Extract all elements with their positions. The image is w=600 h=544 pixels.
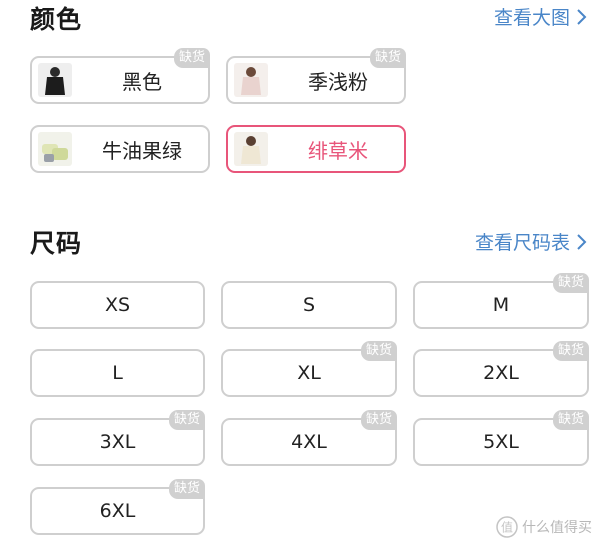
- view-size-chart-label: 查看尺码表: [474, 232, 570, 254]
- size-option-4xl[interactable]: 4XL 缺货: [221, 410, 397, 466]
- chevron-right-icon: [577, 233, 587, 250]
- chevron-right-icon: [577, 8, 587, 25]
- smzdm-logo-icon: 值: [496, 516, 518, 538]
- out-of-stock-tag: 缺货: [552, 273, 589, 293]
- size-option-xs[interactable]: XS: [30, 281, 205, 329]
- out-of-stock-tag: 缺货: [360, 341, 397, 361]
- size-option-label: L: [112, 362, 123, 384]
- size-option-l[interactable]: L: [30, 349, 205, 397]
- out-of-stock-tag: 缺货: [552, 410, 589, 430]
- color-option-label: 绯草米: [308, 138, 368, 163]
- svg-text:值: 值: [501, 520, 513, 535]
- color-option-black[interactable]: 黑色 缺货: [30, 48, 210, 104]
- size-option-5xl[interactable]: 5XL 缺货: [413, 410, 589, 466]
- view-large-image-link[interactable]: 查看大图: [494, 3, 590, 30]
- size-option-label: XS: [104, 294, 131, 316]
- size-option-label: S: [302, 294, 316, 316]
- out-of-stock-tag: 缺货: [369, 48, 406, 68]
- color-option-avocado-green[interactable]: 牛油果绿: [30, 125, 210, 173]
- color-option-label: 牛油果绿: [102, 138, 182, 163]
- color-thumbnail-oatmeal: [234, 132, 268, 166]
- size-option-6xl[interactable]: 6XL 缺货: [30, 479, 205, 535]
- out-of-stock-tag: 缺货: [552, 341, 589, 361]
- color-thumbnail-black: [38, 63, 72, 97]
- size-option-2xl[interactable]: 2XL 缺货: [413, 341, 589, 397]
- watermark: 值 什么值得买: [496, 516, 592, 538]
- size-option-m[interactable]: M 缺货: [413, 273, 589, 329]
- size-option-xl[interactable]: XL 缺货: [221, 341, 397, 397]
- size-section-title: 尺码: [30, 229, 83, 258]
- view-size-chart-link[interactable]: 查看尺码表: [475, 228, 590, 255]
- color-thumbnail-light-pink: [234, 63, 268, 97]
- watermark-text: 什么值得买: [522, 520, 592, 536]
- color-section-title: 颜色: [30, 5, 83, 34]
- size-option-3xl[interactable]: 3XL 缺货: [30, 410, 205, 466]
- out-of-stock-tag: 缺货: [360, 410, 397, 430]
- color-option-oatmeal-selected[interactable]: 绯草米: [226, 125, 406, 173]
- out-of-stock-tag: 缺货: [173, 48, 210, 68]
- color-thumbnail-avocado-green: [38, 132, 72, 166]
- color-option-light-pink[interactable]: 季浅粉 缺货: [226, 48, 406, 104]
- out-of-stock-tag: 缺货: [168, 479, 205, 499]
- size-option-s[interactable]: S: [221, 281, 397, 329]
- view-large-image-label: 查看大图: [493, 7, 570, 29]
- out-of-stock-tag: 缺货: [168, 410, 205, 430]
